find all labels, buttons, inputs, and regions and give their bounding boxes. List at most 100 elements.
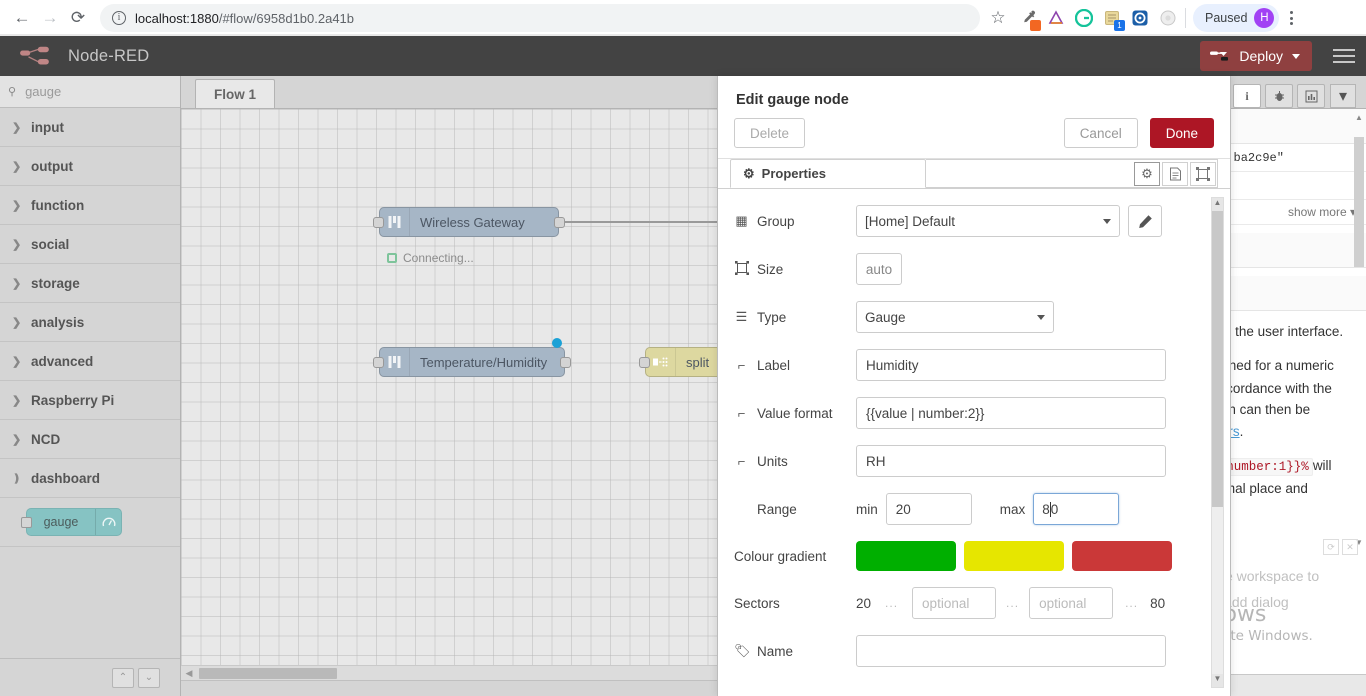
sidebar-scrollbar-thumb[interactable] xyxy=(1354,137,1364,267)
close-icon[interactable]: ✕ xyxy=(1342,539,1358,555)
refresh-icon[interactable]: ⟳ xyxy=(1323,539,1339,555)
palette-category-input[interactable]: ❯ input xyxy=(0,108,180,147)
scrollbar-thumb[interactable] xyxy=(199,667,337,679)
delete-button[interactable]: Delete xyxy=(734,118,806,148)
sector-optional-input-1[interactable] xyxy=(912,587,997,619)
value-format-input[interactable] xyxy=(856,397,1166,429)
avatar[interactable]: H xyxy=(1254,8,1275,28)
properties-tool-icon[interactable]: ⚙ xyxy=(1134,162,1160,186)
range-min-input[interactable] xyxy=(885,493,972,525)
group-select[interactable]: [Home] Default xyxy=(856,205,1120,237)
gradient-swatch-green[interactable] xyxy=(856,541,956,571)
browser-menu-icon[interactable] xyxy=(1279,11,1303,25)
units-input[interactable] xyxy=(856,445,1166,477)
grey-circle-extension-icon[interactable] xyxy=(1158,8,1178,28)
node-input-port[interactable] xyxy=(373,357,384,368)
flow-node-wireless-gateway[interactable]: Wireless Gateway xyxy=(373,207,565,237)
gradient-swatch-red[interactable] xyxy=(1072,541,1172,571)
node-input-port[interactable] xyxy=(639,357,650,368)
label-field-label: ⌐ Label xyxy=(734,358,856,373)
sidebar-more-tabs-icon[interactable]: ▾ xyxy=(1330,84,1356,108)
group-field-label: ▦ Group xyxy=(734,213,856,229)
sectors-end-value: 80 xyxy=(1150,595,1166,611)
grammarly-extension-icon[interactable] xyxy=(1074,8,1094,28)
sectors-start-value: 20 xyxy=(856,595,872,611)
palette-node-gauge[interactable]: gauge xyxy=(21,508,122,536)
expand-all-button[interactable]: ⌄ xyxy=(138,667,160,688)
palette-category-analysis[interactable]: ❯ analysis xyxy=(0,303,180,342)
bookmark-star-icon[interactable]: ☆ xyxy=(984,4,1012,32)
scroll-down-icon[interactable]: ▼ xyxy=(1212,674,1223,687)
palette-search-bar[interactable]: ⚲ ✕ xyxy=(0,76,221,108)
palette-category-storage[interactable]: ❯ storage xyxy=(0,264,180,303)
palette-category-social[interactable]: ❯ social xyxy=(0,225,180,264)
tab-properties-label: Properties xyxy=(761,166,826,181)
palette-category-function[interactable]: ❯ function xyxy=(0,186,180,225)
form-row-size: Size auto xyxy=(734,253,1202,285)
range-label-text: Range xyxy=(757,501,797,517)
name-field-label: 🏷 Name xyxy=(734,643,856,659)
deploy-button[interactable]: Deploy xyxy=(1200,41,1312,71)
address-bar[interactable]: i localhost:1880/#flow/6958d1b0.2a41b xyxy=(100,4,980,32)
node-output-port[interactable] xyxy=(554,217,565,228)
ruler-extension-icon[interactable] xyxy=(1046,8,1066,28)
browser-forward-button[interactable]: → xyxy=(36,4,64,32)
flow-node-status: Connecting... xyxy=(387,251,474,265)
info-tab-icon[interactable]: i xyxy=(1233,84,1261,108)
chevron-right-icon: ❯ xyxy=(12,277,22,290)
node-output-port[interactable] xyxy=(560,357,571,368)
chevron-right-icon: ❯ xyxy=(12,160,22,173)
scroll-left-icon[interactable]: ◀ xyxy=(181,668,197,679)
palette-search-input[interactable] xyxy=(23,83,204,100)
edit-group-button[interactable] xyxy=(1128,205,1162,237)
browser-back-button[interactable]: ← xyxy=(8,4,36,32)
form-row-label: ⌐ Label xyxy=(734,349,1202,381)
size-button[interactable]: auto xyxy=(856,253,902,285)
palette-category-output[interactable]: ❯ output xyxy=(0,147,180,186)
deploy-caret-icon[interactable] xyxy=(1292,53,1300,59)
appearance-tool-icon[interactable] xyxy=(1190,162,1216,186)
notes-extension-icon[interactable]: 1 xyxy=(1102,8,1125,31)
gear-icon: ⚙ xyxy=(743,165,755,181)
flow-node-status-label: Connecting... xyxy=(403,251,474,265)
nodered-title: Node-RED xyxy=(68,46,150,65)
flow-node-temperature-humidity[interactable]: Temperature/Humidity xyxy=(373,347,571,377)
scroll-up-icon[interactable]: ▲ xyxy=(1212,198,1223,211)
cancel-button[interactable]: Cancel xyxy=(1063,118,1138,148)
palette-category-raspberry-pi[interactable]: ❯ Raspberry Pi xyxy=(0,381,180,420)
site-info-icon[interactable]: i xyxy=(112,11,126,25)
dialog-scrollbar-thumb[interactable] xyxy=(1212,211,1223,507)
name-input[interactable] xyxy=(856,635,1166,667)
profile-paused-pill[interactable]: Paused H xyxy=(1193,4,1280,32)
sidebar-scrollbar[interactable]: ▲ ▼ xyxy=(1354,113,1364,670)
type-select[interactable]: Gauge xyxy=(856,301,1054,333)
type-field-label: ☰ Type xyxy=(734,309,856,325)
palette-category-label: Raspberry Pi xyxy=(31,392,115,408)
collapse-all-button[interactable]: ⌃ xyxy=(112,667,134,688)
palette-category-advanced[interactable]: ❯ advanced xyxy=(0,342,180,381)
dialog-scrollbar[interactable]: ▲ ▼ xyxy=(1211,197,1224,688)
node-input-port[interactable] xyxy=(373,217,384,228)
chevron-right-icon: ❯ xyxy=(12,316,22,329)
done-button[interactable]: Done xyxy=(1149,118,1214,148)
browser-reload-button[interactable]: ⟳ xyxy=(64,4,92,32)
node-selection-handle[interactable] xyxy=(552,338,562,348)
help-p2-e: . xyxy=(1239,423,1244,439)
range-max-input[interactable]: 80 xyxy=(1033,493,1120,525)
main-menu-icon[interactable] xyxy=(1322,36,1366,76)
debug-tab-icon[interactable] xyxy=(1265,84,1293,108)
palette-category-dashboard[interactable]: ❫ dashboard xyxy=(0,459,180,498)
description-tool-icon[interactable] xyxy=(1162,162,1188,186)
scroll-up-icon[interactable]: ▲ xyxy=(1354,113,1364,125)
flow-tab-flow1[interactable]: Flow 1 xyxy=(195,79,276,108)
palette-category-label: advanced xyxy=(31,353,94,369)
dashboard-tab-icon[interactable] xyxy=(1297,84,1325,108)
palette-category-ncd[interactable]: ❯ NCD xyxy=(0,420,180,459)
eyedropper-extension-icon[interactable] xyxy=(1018,8,1041,31)
blue-circle-extension-icon[interactable] xyxy=(1130,8,1150,28)
tab-properties[interactable]: ⚙ Properties xyxy=(730,159,926,188)
chevron-down-icon xyxy=(1103,218,1111,224)
label-input[interactable] xyxy=(856,349,1166,381)
sector-optional-input-2[interactable] xyxy=(1029,587,1114,619)
gradient-swatch-yellow[interactable] xyxy=(964,541,1064,571)
